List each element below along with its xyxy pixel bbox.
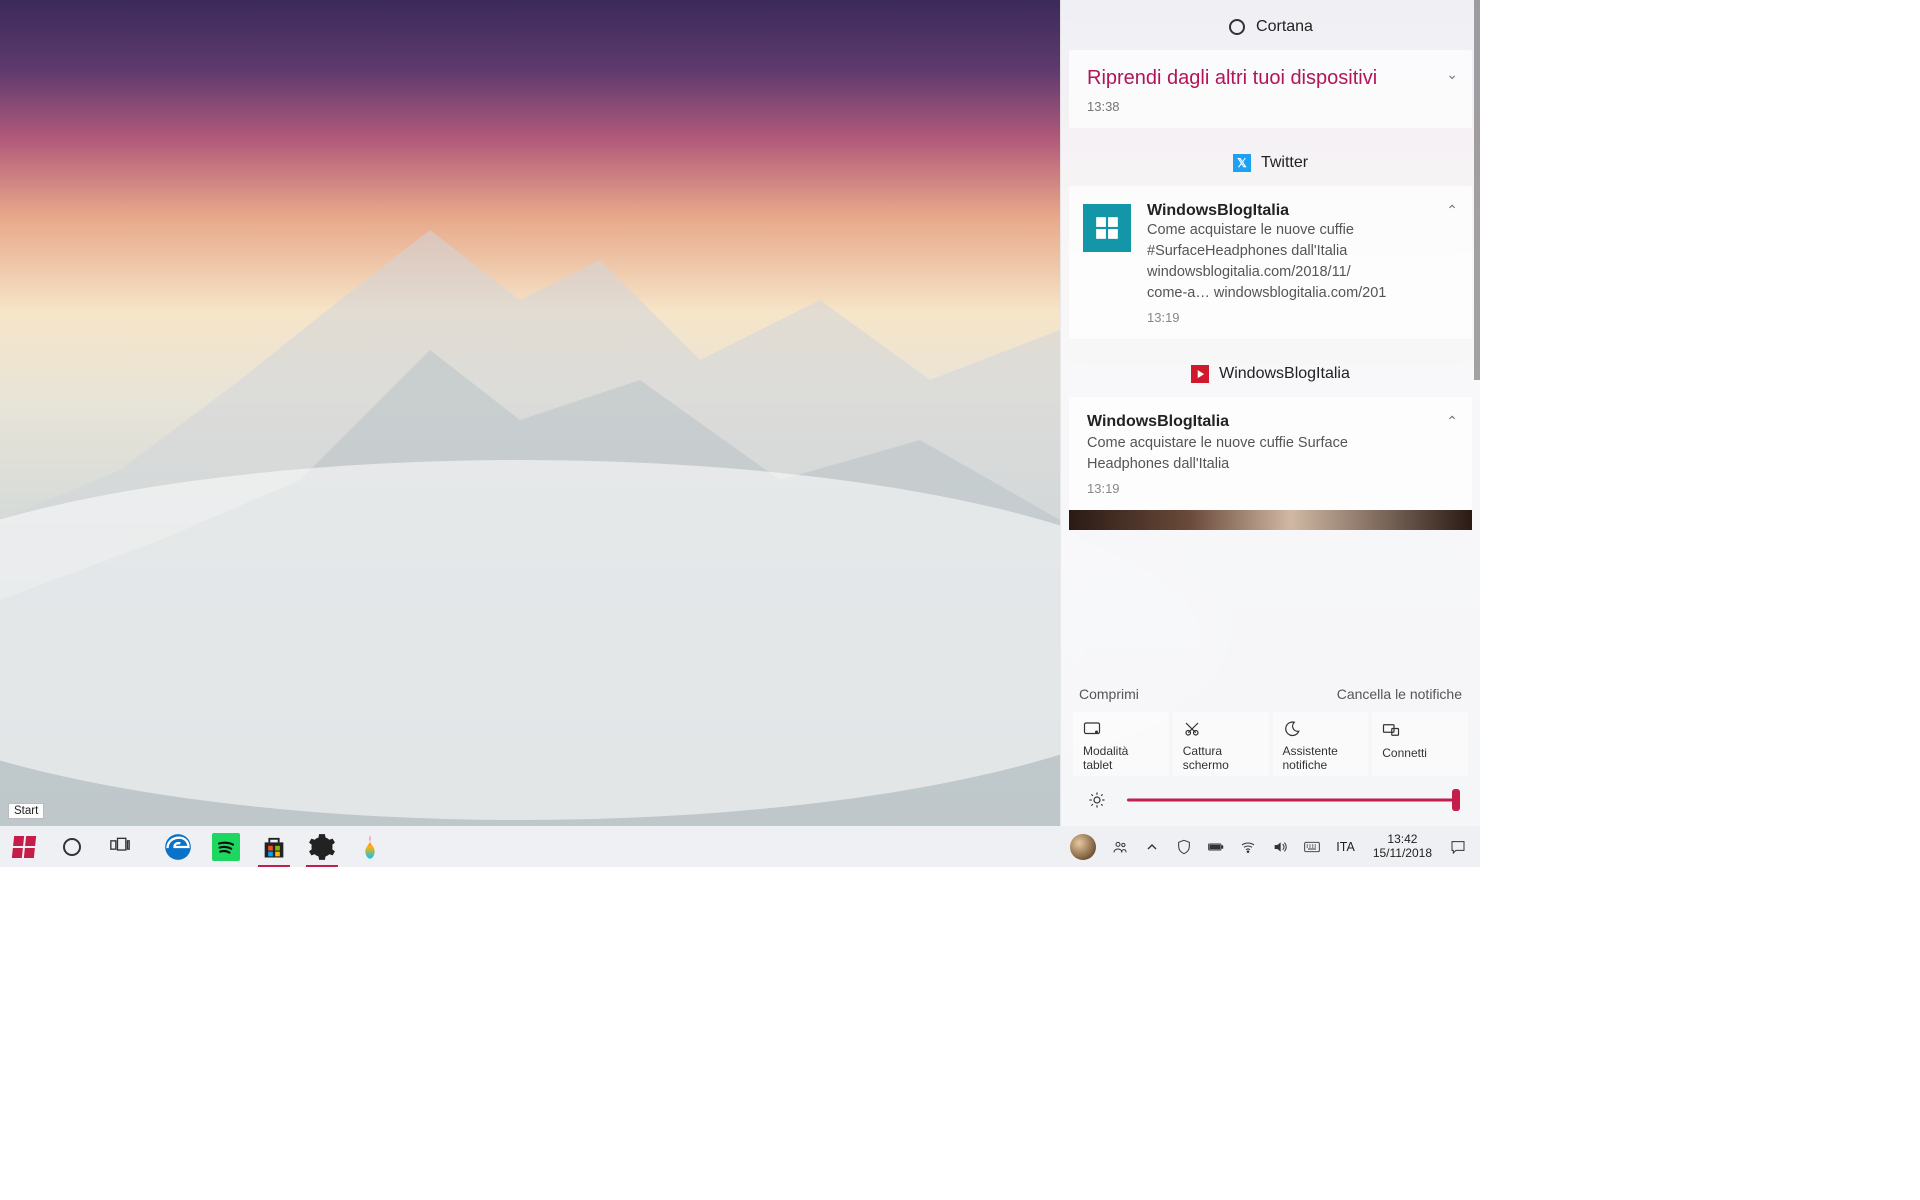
wbi-notification[interactable]: ⌃ WindowsBlogItalia Come acquistare le n… bbox=[1069, 397, 1472, 530]
twitter-label: Twitter bbox=[1261, 154, 1308, 172]
spotify-icon bbox=[212, 833, 240, 861]
twitter-icon: 𝕏 bbox=[1233, 154, 1251, 172]
screen-snip-tile[interactable]: Cattura schermo bbox=[1173, 712, 1269, 776]
gear-icon bbox=[308, 833, 336, 861]
keyboard-icon bbox=[1304, 839, 1320, 855]
collapse-button[interactable]: Comprimi bbox=[1079, 686, 1139, 702]
wbi-icon bbox=[1191, 365, 1209, 383]
moon-icon bbox=[1283, 720, 1359, 738]
wbi-sender: WindowsBlogItalia bbox=[1087, 413, 1454, 431]
wifi-icon bbox=[1240, 839, 1256, 855]
paint3d-app[interactable] bbox=[346, 826, 394, 867]
start-tooltip: Start bbox=[8, 803, 44, 819]
people-icon bbox=[1112, 839, 1128, 855]
language-text: ITA bbox=[1336, 840, 1355, 854]
cortana-notification-title: Riprendi dagli altri tuoi dispositivi bbox=[1087, 66, 1454, 91]
chevron-up-icon bbox=[1144, 839, 1160, 855]
people-button[interactable] bbox=[1104, 826, 1136, 867]
tweet-body: Come acquistare le nuove cuffie #Surface… bbox=[1147, 220, 1454, 304]
shield-icon bbox=[1176, 839, 1192, 855]
twitter-app-avatar bbox=[1083, 204, 1131, 252]
cortana-icon bbox=[1228, 18, 1246, 36]
brightness-slider[interactable] bbox=[1127, 788, 1460, 812]
connect-icon bbox=[1382, 720, 1458, 740]
clock-date: 15/11/2018 bbox=[1373, 847, 1432, 861]
chevron-up-icon[interactable]: ⌃ bbox=[1446, 202, 1458, 219]
taskbar: ITA 13:42 15/11/2018 bbox=[0, 826, 1480, 867]
chevron-down-icon[interactable]: ⌄ bbox=[1446, 66, 1458, 83]
brightness-slider-row bbox=[1073, 776, 1468, 816]
security-tray[interactable] bbox=[1168, 826, 1200, 867]
chevron-up-icon[interactable]: ⌃ bbox=[1446, 413, 1458, 430]
desktop: Start Cortana ⌄ Riprendi dagli altri tuo… bbox=[0, 0, 1480, 867]
action-center-scrollbar[interactable] bbox=[1474, 0, 1480, 380]
tweet-time: 13:19 bbox=[1147, 310, 1454, 325]
snip-icon bbox=[1183, 720, 1259, 738]
tablet-mode-tile[interactable]: Modalità tablet bbox=[1073, 712, 1169, 776]
store-icon bbox=[260, 833, 288, 861]
volume-tray[interactable] bbox=[1264, 826, 1296, 867]
brightness-icon bbox=[1081, 791, 1113, 809]
clock-time: 13:42 bbox=[1387, 833, 1417, 847]
notifications-icon bbox=[1450, 839, 1466, 855]
clock[interactable]: 13:42 15/11/2018 bbox=[1363, 826, 1442, 867]
avatar-icon bbox=[1070, 834, 1096, 860]
cortana-group-header[interactable]: Cortana bbox=[1069, 0, 1472, 50]
quick-actions: Modalità tablet Cattura schermo Assisten… bbox=[1073, 712, 1468, 776]
cortana-icon bbox=[63, 838, 81, 856]
cortana-notification[interactable]: ⌄ Riprendi dagli altri tuoi dispositivi … bbox=[1069, 50, 1472, 128]
cortana-button[interactable] bbox=[48, 826, 96, 867]
user-avatar[interactable] bbox=[1062, 826, 1104, 867]
cortana-label: Cortana bbox=[1256, 18, 1313, 36]
cortana-notification-time: 13:38 bbox=[1087, 99, 1454, 114]
speaker-icon bbox=[1272, 839, 1288, 855]
wbi-label: WindowsBlogItalia bbox=[1219, 365, 1350, 383]
action-center: Cortana ⌄ Riprendi dagli altri tuoi disp… bbox=[1060, 0, 1480, 826]
edge-app[interactable] bbox=[154, 826, 202, 867]
wbi-body: Come acquistare le nuove cuffie Surface … bbox=[1087, 433, 1454, 475]
input-indicator-tray[interactable] bbox=[1296, 826, 1328, 867]
tray-overflow-button[interactable] bbox=[1136, 826, 1168, 867]
edge-icon bbox=[164, 833, 192, 861]
clear-notifications-button[interactable]: Cancella le notifiche bbox=[1337, 686, 1462, 702]
settings-app[interactable] bbox=[298, 826, 346, 867]
task-view-button[interactable] bbox=[96, 826, 144, 867]
paint3d-icon bbox=[356, 833, 384, 861]
spotify-app[interactable] bbox=[202, 826, 250, 867]
wbi-time: 13:19 bbox=[1087, 481, 1454, 496]
battery-tray[interactable] bbox=[1200, 826, 1232, 867]
wbi-thumbnail bbox=[1069, 510, 1472, 530]
windows-icon bbox=[12, 836, 36, 858]
language-indicator[interactable]: ITA bbox=[1328, 826, 1363, 867]
action-center-button[interactable] bbox=[1442, 826, 1474, 867]
store-app[interactable] bbox=[250, 826, 298, 867]
tweet-sender: WindowsBlogItalia bbox=[1147, 202, 1454, 220]
focus-assist-tile[interactable]: Assistente notifiche bbox=[1273, 712, 1369, 776]
battery-icon bbox=[1208, 839, 1224, 855]
wbi-group-header[interactable]: WindowsBlogItalia bbox=[1069, 347, 1472, 397]
wifi-tray[interactable] bbox=[1232, 826, 1264, 867]
tablet-icon bbox=[1083, 720, 1159, 738]
system-tray: ITA 13:42 15/11/2018 bbox=[1062, 826, 1480, 867]
connect-tile[interactable]: Connetti bbox=[1372, 712, 1468, 776]
brightness-thumb[interactable] bbox=[1452, 789, 1460, 811]
start-button[interactable] bbox=[0, 826, 48, 867]
twitter-group-header[interactable]: 𝕏 Twitter bbox=[1069, 136, 1472, 186]
twitter-notification[interactable]: ⌃ WindowsBlogItalia Come acquistare le n… bbox=[1069, 186, 1472, 339]
task-view-icon bbox=[110, 837, 130, 856]
